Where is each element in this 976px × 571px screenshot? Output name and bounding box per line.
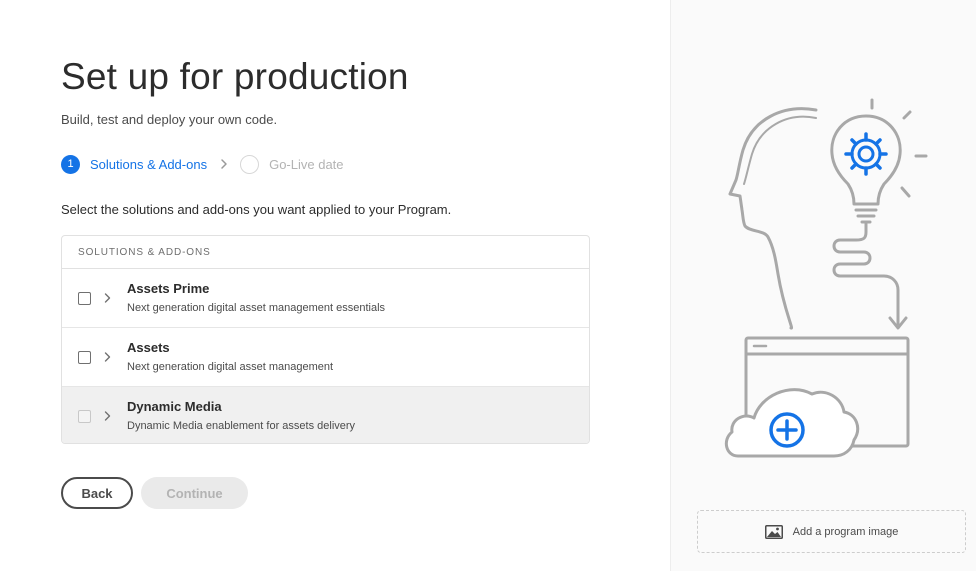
step-2-indicator (240, 154, 260, 174)
solutions-table: SOLUTIONS & ADD-ONS Assets Prime Next ge… (61, 235, 590, 444)
chevron-right-icon[interactable] (104, 292, 111, 304)
row-name: Dynamic Media (127, 399, 222, 414)
step-2-label[interactable]: Go-Live date (269, 157, 343, 172)
add-program-image-label: Add a program image (792, 525, 899, 538)
row-checkbox[interactable] (78, 410, 91, 423)
production-setup-illustration (724, 98, 928, 458)
chevron-right-icon[interactable] (104, 351, 111, 363)
add-program-image-button[interactable]: Add a program image (697, 510, 966, 553)
back-button[interactable]: Back (61, 477, 133, 509)
instructions-text: Select the solutions and add-ons you wan… (61, 202, 452, 217)
row-description: Next generation digital asset management (127, 361, 334, 373)
chevron-right-icon[interactable] (104, 410, 111, 422)
page-subtitle: Build, test and deploy your own code. (61, 112, 278, 127)
step-1-label[interactable]: Solutions & Add-ons (90, 157, 207, 172)
table-row[interactable]: Dynamic Media Dynamic Media enablement f… (62, 387, 589, 443)
main-panel: Set up for production Build, test and de… (0, 0, 670, 571)
image-icon (764, 524, 783, 539)
row-name: Assets Prime (127, 281, 210, 296)
table-row[interactable]: Assets Next generation digital asset man… (62, 328, 589, 387)
continue-button[interactable]: Continue (141, 477, 248, 509)
table-header: SOLUTIONS & ADD-ONS (62, 236, 589, 269)
row-description: Next generation digital asset management… (127, 302, 386, 314)
row-name: Assets (127, 340, 170, 355)
step-1-indicator: 1 (61, 154, 80, 174)
row-checkbox[interactable] (78, 351, 91, 364)
stepper: 1 Solutions & Add-ons Go-Live date (61, 154, 344, 174)
page-title: Set up for production (61, 56, 409, 97)
row-description: Dynamic Media enablement for assets deli… (127, 420, 356, 432)
table-row[interactable]: Assets Prime Next generation digital ass… (62, 269, 589, 328)
chevron-right-icon (221, 159, 227, 169)
row-checkbox[interactable] (78, 292, 91, 305)
